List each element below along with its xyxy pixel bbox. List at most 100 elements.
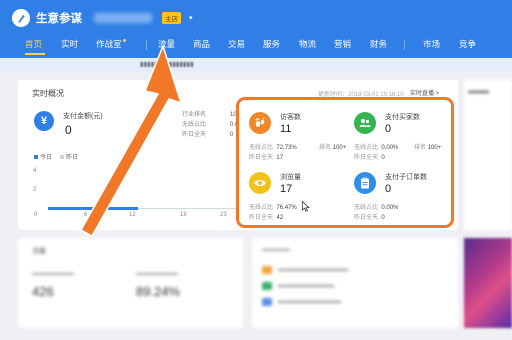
shop-badge: 主店	[162, 12, 181, 24]
x-tick: 12	[129, 212, 136, 218]
footprint-icon	[249, 112, 271, 134]
traffic-card-blurred: 流量 ▬▬▬▬▬▬ ▬▬▬▬▬▬ 426 89.24%	[18, 238, 243, 328]
metric-stat: 排名 100+	[414, 142, 441, 151]
metric-stat: 昨日全天 0	[354, 152, 385, 161]
mouse-cursor-icon	[302, 201, 310, 212]
nav-item-service[interactable]: 服务	[263, 38, 280, 50]
stat-label: 昨日全天	[249, 155, 274, 161]
stat-label: 无线占比	[182, 122, 207, 128]
legend-swatch	[34, 155, 38, 160]
nav-item-traffic[interactable]: 流量	[158, 38, 175, 50]
thumbnail	[262, 282, 272, 290]
stat-value: 0	[381, 155, 385, 161]
main-nav: 首页 实时 作战室 流量 商品 交易 服务 物流 营销 财务 市场 竞争	[0, 38, 512, 52]
notice-bar: ▮▮▮▮▮▮▮▮▮▮▮▮▮▮▮	[0, 58, 512, 72]
nav-item-label: 作战室	[96, 39, 122, 49]
nav-divider	[146, 40, 147, 50]
nav-divider	[404, 40, 405, 50]
stat-label: 无线占比	[354, 145, 379, 151]
thumbnail	[262, 266, 272, 274]
nav-item-realtime[interactable]: 实时	[61, 38, 78, 50]
stat-label: 排名	[319, 145, 332, 151]
stat-value: 76.47%	[276, 205, 297, 211]
stat-big-value: 426	[32, 284, 54, 299]
metric-value: 17	[280, 183, 293, 195]
stat-value: 17	[276, 155, 284, 161]
pay-amount-value: 0	[65, 123, 72, 137]
x-tick: 0	[34, 212, 38, 218]
card-subtitle-blurred: ▬▬▬▬▬▬	[136, 270, 178, 277]
nav-item-marketing[interactable]: 营销	[334, 38, 351, 50]
nav-item-transaction[interactable]: 交易	[228, 38, 245, 50]
shop-name-redacted	[94, 13, 152, 23]
app-logo-icon	[12, 9, 30, 27]
side-panel-text: ▬▬▬	[468, 88, 489, 95]
card-title: 流量	[32, 248, 46, 255]
x-tick: 18	[180, 212, 187, 218]
nav-item-home[interactable]: 首页	[25, 38, 42, 50]
metric-label: 支付买家数	[385, 114, 420, 121]
notice-text-blurred: ▮▮▮▮▮▮▮▮▮▮▮▮▮▮▮	[140, 61, 194, 68]
metric-visitors[interactable]: 访客数 11 无线占比 72.73% 排名 100+ 昨日全天 17	[249, 112, 346, 162]
news-line-blurred: ▬▬▬▬▬▬▬▬▬▬	[278, 266, 348, 273]
stat-label: 无线占比	[354, 205, 379, 211]
highlighted-metrics-panel: 访客数 11 无线占比 72.73% 排名 100+ 昨日全天 17 支付买家数…	[236, 97, 454, 228]
nav-item-logistics[interactable]: 物流	[299, 38, 316, 50]
x-tick: 6	[84, 212, 88, 218]
metric-stat: 昨日全天 0	[354, 212, 385, 221]
metric-orders[interactable]: 支付子订单数 0 无线占比 0.00% 昨日全天 0	[354, 172, 449, 222]
thumbnail	[262, 298, 272, 306]
metric-stat: 昨日全天 42	[249, 212, 283, 221]
legend-today[interactable]: 今日	[34, 152, 52, 161]
stat-value: 0.00%	[381, 145, 399, 151]
metric-stat: 无线占比 72.73%	[249, 142, 297, 151]
active-nav-underline	[25, 53, 45, 55]
stat-label: 排名	[414, 145, 427, 151]
promo-image-blurred	[464, 238, 512, 328]
app-title: 生意参谋	[36, 13, 82, 25]
stat-label: 昨日全天	[249, 215, 274, 221]
metric-stat: 昨日全天 17	[249, 152, 283, 161]
eye-icon	[249, 172, 271, 194]
news-line-blurred: ▬▬▬▬▬▬▬▬▬	[278, 298, 341, 305]
nav-item-competition[interactable]: 竞争	[459, 38, 476, 50]
metric-stat: 无线占比 76.47%	[249, 202, 297, 211]
nav-item-market[interactable]: 市场	[423, 38, 440, 50]
metric-stat: 无线占比 0.00%	[354, 142, 398, 151]
card-subtitle-blurred: ▬▬▬▬▬▬	[32, 270, 74, 277]
stat-label: 行业排名	[182, 112, 207, 118]
metric-pageviews[interactable]: 浏览量 17 无线占比 76.47% 昨日全天 42	[249, 172, 344, 222]
metric-stat: 无线占比 0.00%	[354, 202, 398, 211]
nav-item-product[interactable]: 商品	[193, 38, 210, 50]
yen-icon: ¥	[34, 111, 54, 131]
stat-value: 0	[381, 215, 385, 221]
x-tick: 23	[220, 212, 227, 218]
stat-label: 昨日全天	[182, 132, 207, 138]
chart-legend: 今日 昨日	[34, 152, 78, 161]
legend-yesterday[interactable]: 昨日	[60, 152, 78, 161]
metric-stat: 排名 100+	[319, 142, 346, 151]
y-tick: 4	[33, 168, 37, 174]
nav-item-finance[interactable]: 财务	[370, 38, 387, 50]
brand[interactable]: 生意参谋 主店 ▾	[12, 9, 193, 27]
top-navigation-bar: 生意参谋 主店 ▾ 首页 实时 作战室 流量 商品 交易 服务 物流 营销 财务…	[0, 0, 512, 58]
nav-item-war-room[interactable]: 作战室	[96, 38, 126, 50]
legend-label: 今日	[40, 155, 53, 161]
metric-label: 访客数	[280, 114, 301, 121]
legend-label: 昨日	[66, 155, 79, 161]
stat-value: 100+	[332, 145, 347, 151]
metric-label: 浏览量	[280, 174, 301, 181]
new-dot-icon	[122, 39, 126, 42]
stat-value: 0.00%	[381, 205, 399, 211]
metric-value: 11	[280, 123, 292, 135]
stat-value: 42	[276, 215, 284, 221]
shop-switch-chevron-icon[interactable]: ▾	[189, 14, 193, 22]
news-card-blurred: ▬▬▬▬ ▬▬▬▬▬▬▬▬▬▬ ▬▬▬▬▬▬▬▬ ▬▬▬▬▬▬▬▬▬	[252, 238, 458, 328]
metric-value: 0	[385, 123, 392, 135]
stat-big-value: 89.24%	[136, 284, 181, 299]
metric-buyers[interactable]: 支付买家数 0 无线占比 0.00% 排名 100+ 昨日全天 0	[354, 112, 449, 162]
stat-value: 72.73%	[276, 145, 297, 151]
pay-amount-label: 支付金额(元)	[63, 113, 103, 120]
side-panel-blurred: ▬▬▬	[464, 80, 512, 230]
metric-value: 0	[385, 183, 392, 195]
